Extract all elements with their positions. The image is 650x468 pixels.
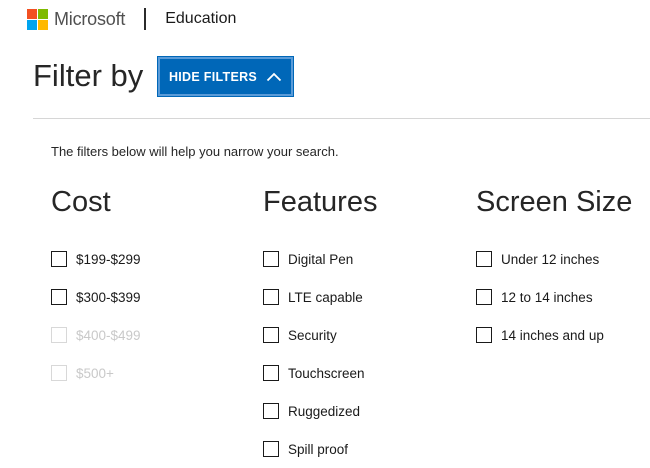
filter-option-label[interactable]: $199-$299 — [76, 252, 141, 267]
hide-filters-button[interactable]: HIDE FILTERS — [157, 56, 294, 97]
filter-option-label[interactable]: 12 to 14 inches — [501, 290, 593, 305]
filter-option[interactable]: Ruggedized — [263, 392, 377, 430]
filter-options: Under 12 inches 12 to 14 inches 14 inches … — [476, 240, 632, 354]
filter-option: $400-$499 — [51, 316, 141, 354]
filter-option-label[interactable]: Under 12 inches — [501, 252, 599, 267]
site-header: Microsoft Education — [27, 7, 236, 31]
filter-option-label: $400-$499 — [76, 327, 141, 343]
filter-option[interactable]: 14 inches and up — [476, 316, 632, 354]
checkbox[interactable] — [263, 441, 279, 457]
filter-option[interactable]: 12 to 14 inches — [476, 278, 632, 316]
filter-option-label: $500+ — [76, 365, 114, 381]
page-title: Filter by — [33, 58, 144, 93]
checkbox[interactable] — [263, 289, 279, 305]
checkbox — [51, 327, 67, 343]
filter-group-title: Cost — [51, 186, 111, 218]
checkbox — [51, 365, 67, 381]
filter-option[interactable]: $300-$399 — [51, 278, 141, 316]
checkbox[interactable] — [263, 251, 279, 267]
filter-option-label[interactable]: Ruggedized — [288, 404, 360, 419]
filter-option[interactable]: Touchscreen — [263, 354, 377, 392]
horizontal-divider — [33, 118, 650, 119]
checkbox[interactable] — [476, 289, 492, 305]
filter-intro-text: The filters below will help you narrow y… — [51, 144, 339, 159]
section-name[interactable]: Education — [165, 10, 236, 28]
checkbox[interactable] — [476, 327, 492, 343]
filter-option[interactable]: $199-$299 — [51, 240, 141, 278]
filter-group-cost: Cost $199-$299 $300-$399 $400-$499 $500+ — [51, 184, 141, 392]
logo-yellow-square — [38, 19, 48, 30]
filter-option-label[interactable]: Security — [288, 328, 337, 343]
filter-option[interactable]: Spill proof — [263, 430, 377, 468]
hide-filters-label: HIDE FILTERS — [168, 69, 258, 84]
filter-option-label[interactable]: LTE capable — [288, 290, 363, 305]
filter-option[interactable]: Digital Pen — [263, 240, 377, 278]
filter-option-label[interactable]: Touchscreen — [288, 366, 365, 381]
checkbox[interactable] — [263, 365, 279, 381]
logo-green-square — [38, 8, 48, 19]
filter-option-label[interactable]: 14 inches and up — [501, 328, 604, 343]
logo-red-square — [27, 8, 37, 19]
checkbox[interactable] — [51, 251, 67, 267]
logo-blue-square — [27, 19, 37, 30]
checkbox[interactable] — [263, 327, 279, 343]
filter-option[interactable]: LTE capable — [263, 278, 377, 316]
filter-group-features: Features Digital Pen LTE capable Security T… — [263, 184, 377, 468]
checkbox[interactable] — [263, 403, 279, 419]
chevron-up-icon — [266, 72, 282, 81]
filter-option-label[interactable]: Digital Pen — [288, 252, 353, 267]
header-divider — [144, 8, 147, 30]
filter-option[interactable]: Security — [263, 316, 377, 354]
microsoft-logo-icon[interactable] — [27, 8, 48, 30]
checkbox[interactable] — [51, 289, 67, 305]
filter-options: Digital Pen LTE capable Security Touchscree… — [263, 240, 377, 468]
checkbox[interactable] — [476, 251, 492, 267]
filter-group-screen-size: Screen Size Under 12 inches 12 to 14 inch… — [476, 184, 632, 354]
filter-options: $199-$299 $300-$399 $400-$499 $500+ — [51, 240, 141, 392]
filter-option-label[interactable]: Spill proof — [288, 442, 348, 457]
filter-option-label[interactable]: $300-$399 — [76, 290, 141, 305]
brand-name[interactable]: Microsoft — [54, 9, 125, 30]
filter-group-title: Features — [263, 186, 378, 218]
filter-group-title: Screen Size — [476, 186, 633, 218]
filter-option: $500+ — [51, 354, 141, 392]
filter-option[interactable]: Under 12 inches — [476, 240, 632, 278]
